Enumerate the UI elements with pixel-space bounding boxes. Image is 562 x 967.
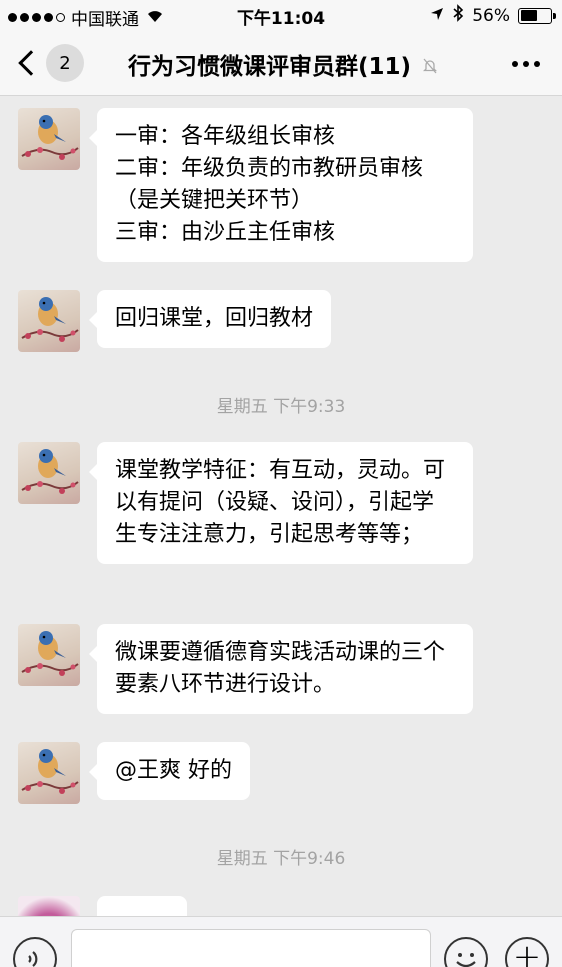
message-bubble[interactable]: 课堂教学特征：有互动，灵动。可以有提问（设疑、设问），引起学生专注注意力，引起思… <box>89 442 473 564</box>
avatar[interactable] <box>18 896 80 916</box>
avatar[interactable] <box>18 624 80 686</box>
avatar[interactable] <box>18 108 80 170</box>
unread-badge: 2 <box>46 44 84 82</box>
message-bubble[interactable]: 一审：各年级组长审核 二审：年级负责的市教研员审核（是关键把关环节） 三审：由沙… <box>89 108 473 262</box>
message-bubble[interactable]: @王爽 好的 <box>89 742 250 800</box>
battery-fill <box>520 10 537 21</box>
status-right: 56% <box>430 4 556 27</box>
more-horizontal-icon[interactable] <box>512 61 540 67</box>
message-bubble[interactable]: 回归课堂，回归教材 <box>88 290 332 348</box>
nav-bar: 2 行为习惯微课评审员群(11) <box>0 30 562 96</box>
message-bubble[interactable] <box>97 896 187 916</box>
chat-area[interactable]: 一审：各年级组长审核 二审：年级负责的市教研员审核（是关键把关环节） 三审：由沙… <box>0 96 562 916</box>
input-bar: + <box>0 916 562 967</box>
emoji-icon[interactable] <box>444 937 488 967</box>
bluetooth-icon <box>452 4 464 27</box>
chat-title-text: 行为习惯微课评审员群(11) <box>128 54 412 80</box>
battery-icon <box>518 7 556 24</box>
time-separator: 星期五 下午9:33 <box>216 397 346 417</box>
plus-icon[interactable]: + <box>505 937 549 967</box>
back-button[interactable]: 2 <box>14 44 84 82</box>
message-input[interactable] <box>71 929 431 967</box>
time-separator: 星期五 下午9:46 <box>216 849 346 869</box>
location-icon <box>430 6 444 26</box>
avatar[interactable] <box>18 442 80 504</box>
avatar[interactable] <box>18 742 80 804</box>
chevron-left-icon <box>18 50 44 76</box>
bell-off-icon <box>422 58 438 78</box>
avatar[interactable] <box>18 290 80 352</box>
voice-icon[interactable] <box>13 937 57 967</box>
battery-percent: 56% <box>472 5 510 26</box>
status-bar: 中国联通 下午11:04 56% <box>0 0 562 30</box>
chat-title: 行为习惯微课评审员群(11) <box>128 47 438 81</box>
message-bubble[interactable]: 微课要遵循德育实践活动课的三个要素八环节进行设计。 <box>89 624 473 714</box>
